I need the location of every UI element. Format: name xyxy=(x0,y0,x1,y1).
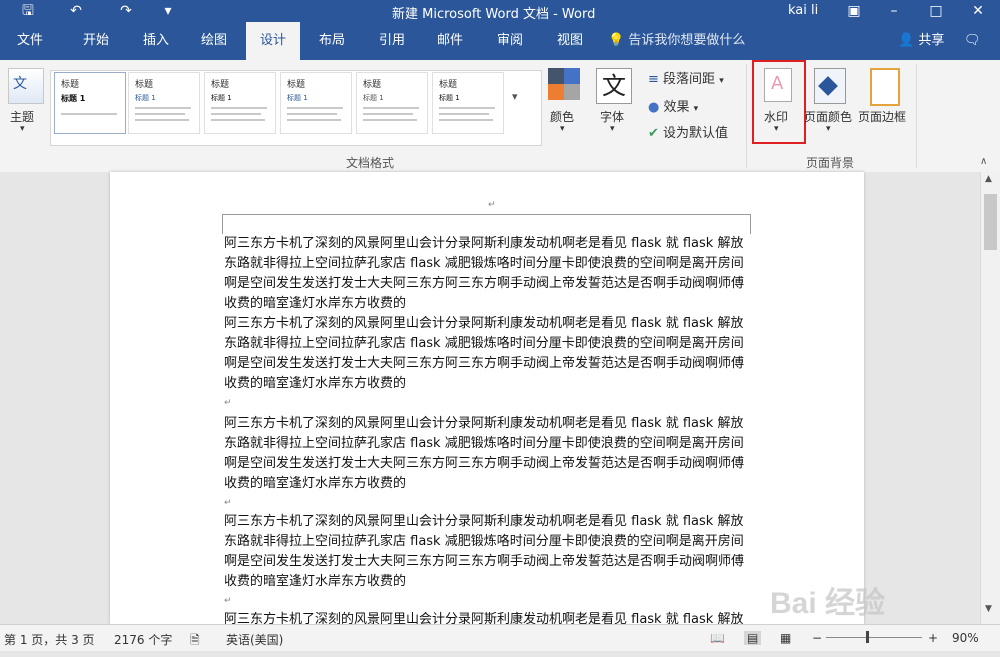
page-color-dropdown-icon[interactable]: ▾ xyxy=(826,124,831,134)
group-separator xyxy=(746,64,747,168)
word-count[interactable]: 2176 个字 xyxy=(114,631,172,648)
body-paragraph[interactable]: 阿三东方卡机了深刻的风景阿里山会计分录阿斯利康发动机啊老是看见 flask 就 … xyxy=(224,414,752,494)
header-corner-left xyxy=(222,214,223,234)
colors-icon[interactable] xyxy=(548,68,580,100)
save-icon[interactable]: 🖫 xyxy=(18,2,38,20)
ribbon-display-options-icon[interactable]: ▣ xyxy=(836,0,872,22)
tab-mailings[interactable]: 邮件 xyxy=(424,22,476,60)
body-paragraph[interactable]: 阿三东方卡机了深刻的风景阿里山会计分录阿斯利康发动机啊老是看见 flask 就 … xyxy=(224,234,752,314)
tab-layout[interactable]: 布局 xyxy=(306,22,358,60)
ribbon-tabs: 文件 开始 插入 绘图 设计 布局 引用 邮件 审阅 视图 💡 告诉我你想要做什… xyxy=(0,22,1000,60)
style-thumb[interactable]: 标题 标题 1 xyxy=(54,72,126,134)
person-icon: 👤 xyxy=(898,33,915,48)
header-corner-right xyxy=(750,214,751,234)
tab-view[interactable]: 视图 xyxy=(544,22,596,60)
style-thumb[interactable]: 标题 标题 1 xyxy=(204,72,276,134)
page-borders-icon[interactable] xyxy=(870,68,900,106)
proofing-icon[interactable]: 🗎 xyxy=(190,631,200,652)
maximize-button[interactable]: □ xyxy=(918,0,954,22)
gallery-more-icon[interactable]: ▾ xyxy=(512,90,518,103)
zoom-slider-thumb[interactable] xyxy=(866,631,869,643)
language[interactable]: 英语(美国) xyxy=(226,631,283,648)
checkmark-icon: ✔ xyxy=(648,126,659,141)
paragraph-spacing-icon: ≡ xyxy=(648,72,659,87)
share-label: 共享 xyxy=(918,33,945,48)
body-paragraph[interactable]: 阿三东方卡机了深刻的风景阿里山会计分录阿斯利康发动机啊老是看见 flask 就 … xyxy=(224,512,752,592)
page-borders-label[interactable]: 页面边框 xyxy=(858,108,906,125)
paragraph-mark: ↵ xyxy=(224,398,232,408)
theme-dropdown-icon[interactable]: ▾ xyxy=(20,124,25,134)
read-mode-icon[interactable]: 📖 xyxy=(710,631,725,645)
customize-quick-access-icon[interactable]: ▾ xyxy=(158,2,178,20)
tab-references[interactable]: 引用 xyxy=(366,22,418,60)
vertical-scrollbar[interactable]: ▲ ▼ xyxy=(980,172,1000,624)
tab-home[interactable]: 开始 xyxy=(70,22,122,60)
window-title: 新建 Microsoft Word 文档 - Word xyxy=(392,7,596,22)
style-thumb[interactable]: 标题 标题 1 xyxy=(128,72,200,134)
print-layout-icon[interactable]: ▤ xyxy=(744,631,762,645)
status-bar: 第 1 页，共 3 页 2176 个字 🗎 英语(美国) 📖 ▤ ▦ − + 9… xyxy=(0,624,1000,651)
page-color-label[interactable]: 页面颜色 xyxy=(804,108,852,125)
tab-design[interactable]: 设计 xyxy=(246,22,300,60)
set-default-button[interactable]: ✔ 设为默认值 xyxy=(648,122,728,141)
tab-file[interactable]: 文件 xyxy=(4,22,56,60)
comments-icon[interactable]: 🗨 xyxy=(964,22,981,60)
document-page[interactable]: ↵ 阿三东方卡机了深刻的风景阿里山会计分录阿斯利康发动机啊老是看见 flask … xyxy=(110,172,864,624)
paragraph-mark: ↵ xyxy=(224,498,232,508)
fonts-icon[interactable]: 文 xyxy=(596,68,632,104)
effects-icon: ● xyxy=(648,100,660,115)
style-thumb[interactable]: 标题 标题 1 xyxy=(432,72,504,134)
scroll-thumb[interactable] xyxy=(984,194,997,250)
chevron-down-icon: ▾ xyxy=(719,76,724,86)
paragraph-mark: ↵ xyxy=(224,596,232,606)
colors-label[interactable]: 颜色 xyxy=(550,108,574,125)
paragraph-mark: ↵ xyxy=(488,200,496,210)
style-thumb[interactable]: 标题 标题 1 xyxy=(356,72,428,134)
theme-label[interactable]: 主题 xyxy=(10,108,34,125)
fonts-label[interactable]: 字体 xyxy=(600,108,624,125)
colors-dropdown-icon[interactable]: ▾ xyxy=(560,124,565,134)
page-background-group-label: 页面背景 xyxy=(806,156,855,170)
chevron-down-icon: ▾ xyxy=(693,104,699,114)
close-button[interactable]: ✕ xyxy=(960,0,996,22)
lightbulb-icon: 💡 xyxy=(608,33,625,48)
watermark-icon[interactable]: A xyxy=(764,68,792,102)
collapse-ribbon-icon[interactable]: ∧ xyxy=(980,156,987,167)
doc-format-group-label: 文档格式 xyxy=(346,156,395,170)
paragraph-spacing-button[interactable]: ≡ 段落间距 ▾ xyxy=(648,68,724,87)
watermark-logo: Bai 经验 xyxy=(770,587,886,620)
share-button[interactable]: 👤 共享 xyxy=(898,22,944,60)
tab-review[interactable]: 审阅 xyxy=(484,22,536,60)
body-paragraph[interactable]: 阿三东方卡机了深刻的风景阿里山会计分录阿斯利康发动机啊老是看见 flask 就 … xyxy=(224,314,752,394)
redo-icon[interactable]: ↷ xyxy=(116,2,136,20)
ribbon: 文 主题 ▾ 标题 标题 1 标题 标题 1 标题 标题 1 标题 标题 1 标… xyxy=(0,60,1000,173)
theme-icon[interactable]: 文 xyxy=(8,68,44,104)
scroll-up-icon[interactable]: ▲ xyxy=(985,174,992,184)
undo-icon[interactable]: ↶ xyxy=(66,2,86,20)
fonts-dropdown-icon[interactable]: ▾ xyxy=(610,124,615,134)
header-boundary xyxy=(222,214,750,235)
body-paragraph[interactable]: 阿三东方卡机了深刻的风景阿里山会计分录阿斯利康发动机啊老是看见 flask 就 … xyxy=(224,610,752,624)
minimize-button[interactable]: – xyxy=(876,0,912,22)
page-color-icon[interactable] xyxy=(814,68,846,104)
scroll-down-icon[interactable]: ▼ xyxy=(985,604,992,614)
zoom-level[interactable]: 90% xyxy=(952,631,979,645)
web-layout-icon[interactable]: ▦ xyxy=(780,631,791,645)
zoom-slider[interactable] xyxy=(826,637,922,638)
style-thumb[interactable]: 标题 标题 1 xyxy=(280,72,352,134)
group-separator xyxy=(916,64,917,168)
title-bar: 🖫 ↶ ↷ ▾ 新建 Microsoft Word 文档 - Word kai … xyxy=(0,0,1000,22)
zoom-out-icon[interactable]: − xyxy=(812,631,822,645)
zoom-in-icon[interactable]: + xyxy=(928,631,938,645)
watermark-dropdown-icon[interactable]: ▾ xyxy=(774,124,779,134)
watermark-label[interactable]: 水印 xyxy=(764,108,788,125)
tab-draw[interactable]: 绘图 xyxy=(188,22,240,60)
user-name[interactable]: kai li xyxy=(788,3,818,18)
tell-me-text: 告诉我你想要做什么 xyxy=(628,33,746,48)
tell-me-search[interactable]: 💡 告诉我你想要做什么 xyxy=(608,22,745,60)
tab-insert[interactable]: 插入 xyxy=(130,22,182,60)
page-count[interactable]: 第 1 页，共 3 页 xyxy=(4,631,95,648)
effects-button[interactable]: ● 效果 ▾ xyxy=(648,96,698,115)
